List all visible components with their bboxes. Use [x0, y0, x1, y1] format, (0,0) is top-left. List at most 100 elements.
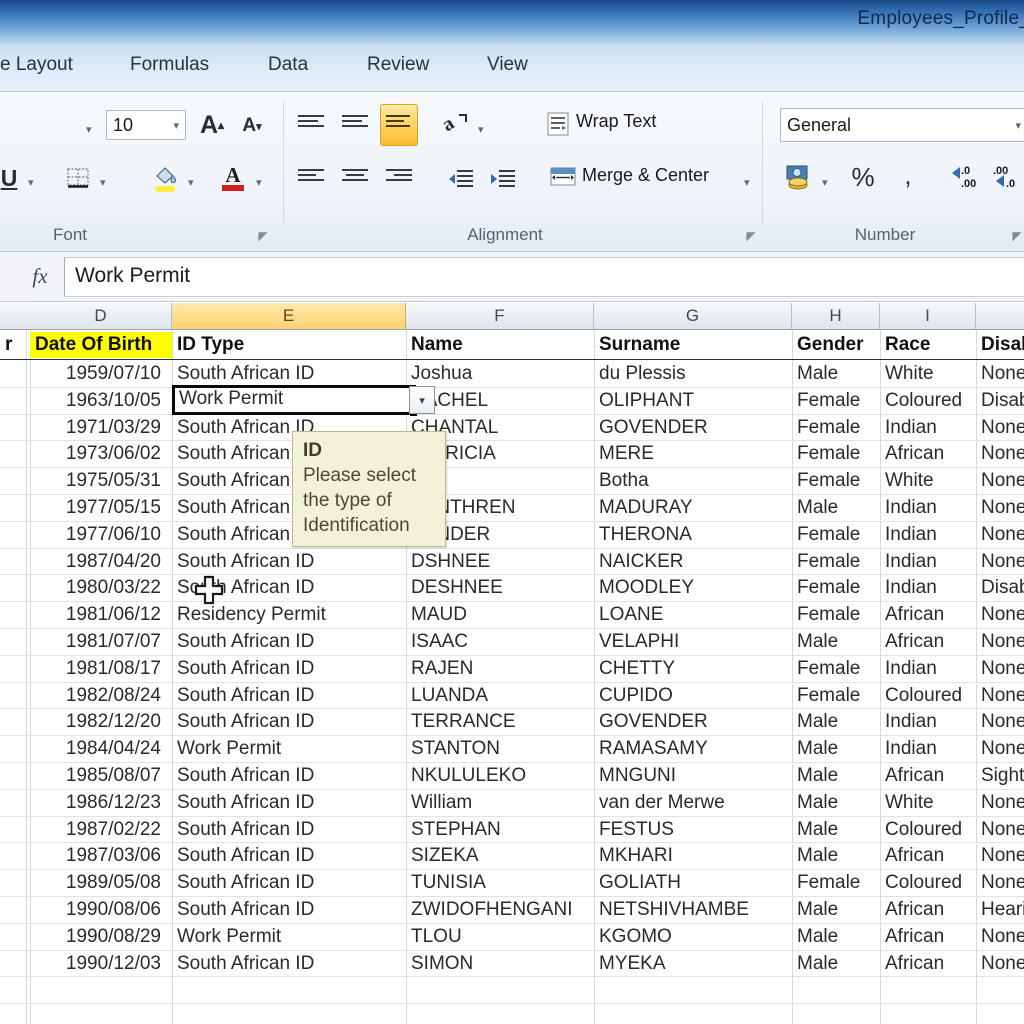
cell-id-type[interactable]: Work Permit	[172, 736, 406, 762]
font-color-dropdown-caret[interactable]: ▾	[256, 176, 262, 189]
cell-disability[interactable]: None	[976, 924, 1024, 950]
cell-date-of-birth[interactable]: 1984/04/24	[30, 736, 166, 762]
cell-gender[interactable]: Female	[792, 468, 880, 494]
cell-date-of-birth[interactable]: 1981/08/17	[30, 656, 166, 682]
cell-race[interactable]: African	[880, 951, 976, 977]
underline-dropdown-caret[interactable]: ▾	[28, 176, 34, 189]
cell-id-type[interactable]: South African ID	[172, 656, 406, 682]
cell-gender[interactable]: Female	[792, 683, 880, 709]
cell-date-of-birth[interactable]: 1986/12/23	[30, 790, 166, 816]
cell-race[interactable]: Coloured	[880, 870, 976, 896]
cell-name[interactable]: TERRANCE	[406, 709, 594, 735]
cell-disability[interactable]: Heari	[976, 897, 1024, 923]
cell-name[interactable]: ZWIDOFHENGANI	[406, 897, 594, 923]
cell-gender[interactable]: Male	[792, 736, 880, 762]
cell-disability[interactable]: None	[976, 870, 1024, 896]
cell-name[interactable]: LUANDA	[406, 683, 594, 709]
table-header-id-type[interactable]: ID Type	[172, 332, 406, 358]
cell-surname[interactable]: MADURAY	[594, 495, 792, 521]
cell-gender[interactable]: Male	[792, 897, 880, 923]
cell-date-of-birth[interactable]: 1990/08/06	[30, 897, 166, 923]
cell-surname[interactable]: MYEKA	[594, 951, 792, 977]
cell-name[interactable]: Joshua	[406, 361, 594, 387]
cell-race[interactable]: Coloured	[880, 817, 976, 843]
column-header-F[interactable]: F	[406, 303, 594, 329]
underline-icon[interactable]: U	[0, 162, 24, 194]
cell-race[interactable]: White	[880, 468, 976, 494]
cell-gender[interactable]: Male	[792, 361, 880, 387]
cell-surname[interactable]: CHETTY	[594, 656, 792, 682]
number-format-combo[interactable]: General ▾	[780, 108, 1024, 142]
cell-disability[interactable]: None	[976, 790, 1024, 816]
merge-center-icon[interactable]	[548, 160, 578, 194]
cell-race[interactable]: Coloured	[880, 388, 976, 414]
cell-date-of-birth[interactable]: 1989/05/08	[30, 870, 166, 896]
cell-date-of-birth[interactable]: 1977/05/15	[30, 495, 166, 521]
decrease-indent-icon[interactable]	[444, 162, 478, 196]
cell-race[interactable]: Indian	[880, 656, 976, 682]
cell-gender[interactable]: Male	[792, 924, 880, 950]
cell-date-of-birth[interactable]: 1975/05/31	[30, 468, 166, 494]
cell-disability[interactable]: None	[976, 843, 1024, 869]
cell-id-type[interactable]: Work Permit	[172, 924, 406, 950]
cell-race[interactable]: White	[880, 361, 976, 387]
cell-id-type[interactable]: South African ID	[172, 897, 406, 923]
column-header-H[interactable]: H	[792, 303, 880, 329]
cell-id-type[interactable]: South African ID	[172, 951, 406, 977]
cell-disability[interactable]: None	[976, 549, 1024, 575]
fill-color-dropdown-caret[interactable]: ▾	[188, 176, 194, 189]
accounting-dropdown-caret[interactable]: ▾	[822, 176, 828, 189]
align-bottom-icon[interactable]	[380, 104, 418, 146]
number-dialog-launcher-icon[interactable]: ◤	[1010, 229, 1024, 243]
percent-style-button[interactable]: %	[846, 160, 880, 194]
cell-surname[interactable]: Botha	[594, 468, 792, 494]
ribbon-tab-data[interactable]: Data	[268, 54, 308, 76]
cell-race[interactable]: Indian	[880, 415, 976, 441]
cell-gender[interactable]: Female	[792, 575, 880, 601]
cell-race[interactable]: African	[880, 924, 976, 950]
font-color-icon[interactable]: A	[216, 158, 250, 196]
cell-surname[interactable]: CUPIDO	[594, 683, 792, 709]
cell-gender[interactable]: Female	[792, 441, 880, 467]
cell-surname[interactable]: MKHARI	[594, 843, 792, 869]
cell-disability[interactable]: None	[976, 683, 1024, 709]
table-header-date-of-birth[interactable]: Date Of Birth	[30, 332, 172, 358]
cell-date-of-birth[interactable]: 1987/04/20	[30, 549, 166, 575]
cell-disability[interactable]: None	[976, 656, 1024, 682]
ribbon-tab-view[interactable]: View	[487, 54, 528, 76]
cell-date-of-birth[interactable]: 1981/06/12	[30, 602, 166, 628]
cell-gender[interactable]: Male	[792, 495, 880, 521]
cell-race[interactable]: Indian	[880, 709, 976, 735]
wrap-text-label[interactable]: Wrap Text	[576, 111, 656, 132]
ribbon-tab-review[interactable]: Review	[367, 54, 429, 76]
cell-id-type[interactable]: South African ID	[172, 683, 406, 709]
cell-surname[interactable]: GOVENDER	[594, 415, 792, 441]
cell-name[interactable]: TUNISIA	[406, 870, 594, 896]
column-header-G[interactable]: G	[594, 303, 792, 329]
cell-surname[interactable]: van der Merwe	[594, 790, 792, 816]
cell-disability[interactable]: None	[976, 522, 1024, 548]
cell-disability[interactable]: None	[976, 361, 1024, 387]
cell-name[interactable]: RAJEN	[406, 656, 594, 682]
cell-date-of-birth[interactable]: 1982/12/20	[30, 709, 166, 735]
insert-function-icon[interactable]: fx	[22, 264, 58, 290]
cell-surname[interactable]: THERONA	[594, 522, 792, 548]
cell-race[interactable]: Indian	[880, 736, 976, 762]
cell-surname[interactable]: LOANE	[594, 602, 792, 628]
cell-race[interactable]: Coloured	[880, 683, 976, 709]
cell-gender[interactable]: Female	[792, 522, 880, 548]
merge-center-dropdown-caret[interactable]: ▾	[744, 176, 750, 189]
table-header-name[interactable]: Name	[406, 332, 594, 358]
cell-date-of-birth[interactable]: 1980/03/22	[30, 575, 166, 601]
cell-gender[interactable]: Female	[792, 656, 880, 682]
table-header-race[interactable]: Race	[880, 332, 976, 358]
ribbon-tab-e-layout[interactable]: e Layout	[0, 54, 73, 76]
alignment-dialog-launcher-icon[interactable]: ◤	[744, 229, 758, 243]
cell-race[interactable]: African	[880, 629, 976, 655]
table-header-gender[interactable]: Gender	[792, 332, 880, 358]
cell-name[interactable]: TLOU	[406, 924, 594, 950]
cell-id-type[interactable]: South African ID	[172, 843, 406, 869]
cell-date-of-birth[interactable]: 1971/03/29	[30, 415, 166, 441]
fill-color-icon[interactable]	[148, 160, 182, 196]
merge-center-label[interactable]: Merge & Center	[582, 165, 709, 186]
